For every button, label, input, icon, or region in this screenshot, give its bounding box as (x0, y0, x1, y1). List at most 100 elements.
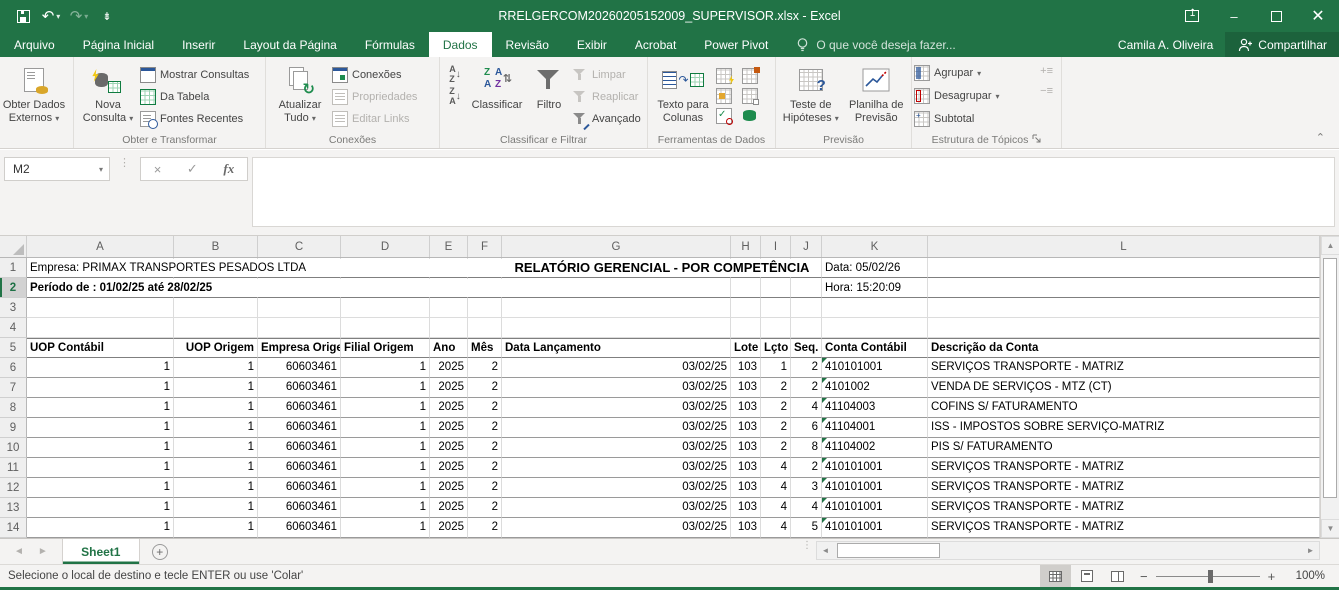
editar-links-button[interactable]: Editar Links (332, 110, 417, 128)
cell-F13[interactable]: 2 (468, 498, 502, 518)
cell-F6[interactable]: 2 (468, 358, 502, 378)
row-header-2[interactable]: 2 (0, 278, 27, 298)
insert-function-icon[interactable]: fx (223, 161, 234, 177)
cell-G9[interactable]: 03/02/25 (502, 418, 731, 438)
cell-B10[interactable]: 1 (174, 438, 258, 458)
cell-J2[interactable] (791, 278, 822, 298)
consolidate-icon[interactable] (716, 88, 732, 104)
cell-B12[interactable]: 1 (174, 478, 258, 498)
cell-J10[interactable]: 8 (791, 438, 822, 458)
cell-E8[interactable]: 2025 (430, 398, 468, 418)
cell-G14[interactable]: 03/02/25 (502, 518, 731, 538)
cell-F5[interactable]: Mês (468, 338, 502, 358)
cell-F14[interactable]: 2 (468, 518, 502, 538)
cell-E4[interactable] (430, 318, 468, 338)
mostrar-detalhe-icon[interactable]: +≡ (1040, 65, 1053, 77)
cell-J14[interactable]: 5 (791, 518, 822, 538)
cell-K10[interactable]: 41104002 (822, 438, 928, 458)
cell-A11[interactable]: 1 (27, 458, 174, 478)
cell-H2[interactable] (731, 278, 761, 298)
cell-H4[interactable] (731, 318, 761, 338)
cell-J5[interactable]: Seq. (791, 338, 822, 358)
cell-E11[interactable]: 2025 (430, 458, 468, 478)
zoom-in-button[interactable]: + (1268, 569, 1276, 584)
cell-D6[interactable]: 1 (341, 358, 430, 378)
share-button[interactable]: Compartilhar (1225, 32, 1339, 57)
name-box[interactable]: M2▾ (4, 157, 110, 181)
teste-de-hipoteses-button[interactable]: ? Teste deHipóteses ▾ (778, 60, 844, 125)
subtotal-button[interactable]: +Subtotal (914, 110, 1000, 128)
cell-G6[interactable]: 03/02/25 (502, 358, 731, 378)
row-header-13[interactable]: 13 (0, 498, 27, 518)
cell-J7[interactable]: 2 (791, 378, 822, 398)
cell-K6[interactable]: 410101001 (822, 358, 928, 378)
cell-D4[interactable] (341, 318, 430, 338)
zoom-slider[interactable] (1156, 576, 1260, 577)
cell-G8[interactable]: 03/02/25 (502, 398, 731, 418)
cell-C13[interactable]: 60603461 (258, 498, 341, 518)
ribbon-display-options-button[interactable] (1171, 0, 1213, 32)
cell-G7[interactable]: 03/02/25 (502, 378, 731, 398)
cell-A9[interactable]: 1 (27, 418, 174, 438)
cell-J9[interactable]: 6 (791, 418, 822, 438)
cell-L9[interactable]: ISS - IMPOSTOS SOBRE SERVIÇO-MATRIZ (928, 418, 1320, 438)
cell-E9[interactable]: 2025 (430, 418, 468, 438)
sort-az-button[interactable]: AZ↓ (442, 64, 468, 84)
cell-L14[interactable]: SERVIÇOS TRANSPORTE - MATRIZ (928, 518, 1320, 538)
cell-A5[interactable]: UOP Contábil (27, 338, 174, 358)
cell-I11[interactable]: 4 (761, 458, 791, 478)
row-header-6[interactable]: 6 (0, 358, 27, 378)
cell-J3[interactable] (791, 298, 822, 318)
flash-fill-icon[interactable] (716, 68, 732, 84)
cell-I12[interactable]: 4 (761, 478, 791, 498)
cell-I9[interactable]: 2 (761, 418, 791, 438)
cell-D8[interactable]: 1 (341, 398, 430, 418)
cell-A3[interactable] (27, 298, 174, 318)
limpar-button[interactable]: Limpar (572, 66, 641, 84)
row-header-7[interactable]: 7 (0, 378, 27, 398)
cell-H9[interactable]: 103 (731, 418, 761, 438)
cell-E10[interactable]: 2025 (430, 438, 468, 458)
da-tabela-button[interactable]: Da Tabela (140, 88, 249, 106)
dialog-launcher-icon[interactable] (1032, 134, 1041, 146)
scroll-left-icon[interactable]: ◄ (817, 542, 834, 559)
cell-I2[interactable] (761, 278, 791, 298)
row-header-10[interactable]: 10 (0, 438, 27, 458)
cell-G12[interactable]: 03/02/25 (502, 478, 731, 498)
ocultar-detalhe-icon[interactable]: −≡ (1040, 85, 1053, 97)
cell-L11[interactable]: SERVIÇOS TRANSPORTE - MATRIZ (928, 458, 1320, 478)
cell-C7[interactable]: 60603461 (258, 378, 341, 398)
reaplicar-button[interactable]: Reaplicar (572, 88, 641, 106)
cell-L13[interactable]: SERVIÇOS TRANSPORTE - MATRIZ (928, 498, 1320, 518)
obter-dados-externos-button[interactable]: Obter DadosExternos ▾ (2, 60, 66, 125)
texto-para-colunas-button[interactable]: ↷ Texto paraColunas (650, 60, 716, 125)
column-header-G[interactable]: G (502, 236, 731, 257)
cancel-icon[interactable]: × (154, 162, 162, 177)
enter-check-icon[interactable]: ✓ (187, 161, 198, 177)
cell-C6[interactable]: 60603461 (258, 358, 341, 378)
cell-H10[interactable]: 103 (731, 438, 761, 458)
formula-input[interactable] (252, 157, 1335, 227)
column-header-F[interactable]: F (468, 236, 502, 257)
tab-inserir[interactable]: Inserir (168, 32, 229, 57)
next-sheet-icon[interactable]: ► (38, 546, 48, 557)
cell-D14[interactable]: 1 (341, 518, 430, 538)
desagrupar-button[interactable]: Desagrupar ▾ (914, 87, 1000, 105)
cell-B4[interactable] (174, 318, 258, 338)
cell-C4[interactable] (258, 318, 341, 338)
add-sheet-button[interactable]: + (140, 539, 180, 564)
cell-J6[interactable]: 2 (791, 358, 822, 378)
cell-K3[interactable] (822, 298, 928, 318)
relationships-icon[interactable] (742, 88, 758, 104)
classificar-button[interactable]: ZAAZ⇅ Classificar (468, 60, 526, 112)
cell-D11[interactable]: 1 (341, 458, 430, 478)
row-header-1[interactable]: 1 (0, 258, 27, 278)
cell-B8[interactable]: 1 (174, 398, 258, 418)
cell-D5[interactable]: Filial Origem (341, 338, 430, 358)
cell-H8[interactable]: 103 (731, 398, 761, 418)
cell-I14[interactable]: 4 (761, 518, 791, 538)
cell-J13[interactable]: 4 (791, 498, 822, 518)
column-header-A[interactable]: A (27, 236, 174, 257)
tell-me-box[interactable]: O que você deseja fazer... (796, 32, 955, 57)
row-header-12[interactable]: 12 (0, 478, 27, 498)
